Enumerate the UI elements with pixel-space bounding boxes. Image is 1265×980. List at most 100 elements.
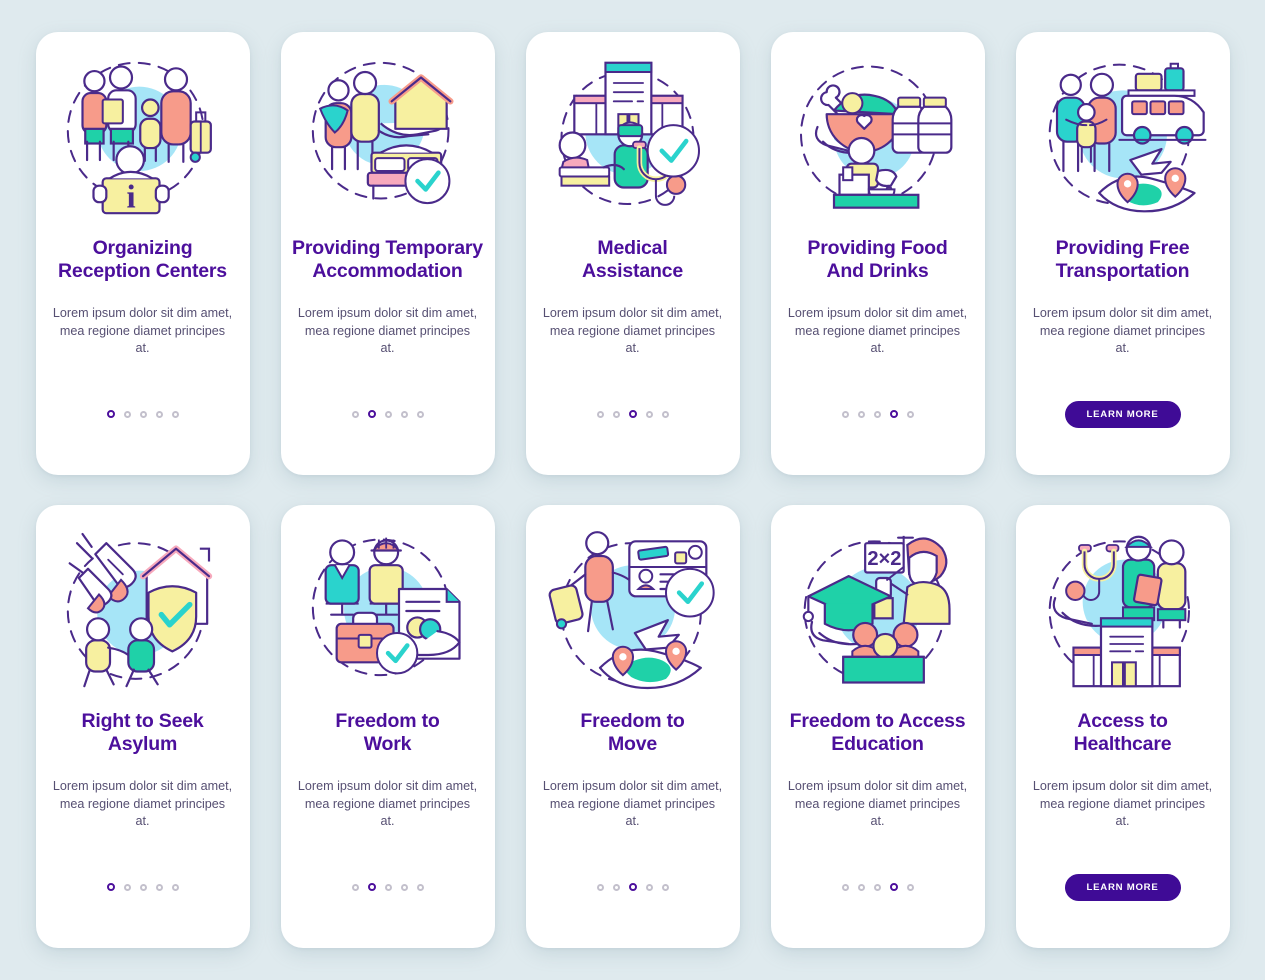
pagination-dot-1[interactable] [351, 410, 359, 418]
onboarding-card-freedom-to-access-education: 2×2 Freedom to Access Education Lorem ipsu… [770, 505, 985, 948]
card-title: Access to Healthcare [1016, 710, 1230, 756]
card-title: Providing Temporary Accommodation [281, 237, 495, 283]
card-footer [771, 400, 985, 428]
pagination-dot-5[interactable] [171, 410, 179, 418]
card-title-line-1: Providing Food [807, 237, 948, 259]
pagination-dot-4[interactable] [400, 410, 408, 418]
pagination-dot-2[interactable] [612, 410, 620, 418]
card-title: Organizing Reception Centers [36, 237, 250, 283]
card-title-line-2: Accommodation [312, 259, 463, 282]
pagination-dot-2[interactable] [123, 883, 131, 891]
card-footer [281, 873, 495, 901]
pagination-dot-3-active[interactable] [628, 410, 637, 418]
pagination-dot-3-active[interactable] [628, 883, 637, 891]
card-footer: LEARN MORE [1016, 400, 1230, 428]
card-title-line-1: Freedom to [335, 710, 440, 732]
pagination-dot-3[interactable] [139, 883, 147, 891]
pagination-dot-4[interactable] [155, 410, 163, 418]
pagination-dots [841, 410, 914, 418]
pagination-dot-2[interactable] [612, 883, 620, 891]
onboarding-card-organizing-reception-centers: i Organizing Reception Centers Lorem ipsum… [35, 32, 250, 475]
pagination-dots [351, 410, 424, 418]
card-title-line-2: Move [607, 732, 658, 755]
pagination-dot-5[interactable] [171, 883, 179, 891]
pagination-dot-5[interactable] [416, 883, 424, 891]
pagination-dot-1[interactable] [596, 410, 604, 418]
pagination-dot-3[interactable] [873, 883, 881, 891]
illustration-container [281, 505, 495, 710]
card-title: Providing Free Transportation [1016, 237, 1230, 283]
pagination-dot-2[interactable] [123, 410, 131, 418]
workers-briefcase-contract-handshake-icon [311, 537, 461, 676]
pagination-dot-1[interactable] [841, 883, 849, 891]
card-footer [526, 400, 740, 428]
pagination-dot-3[interactable] [384, 883, 392, 891]
onboarding-card-access-to-healthcare: Access to Healthcare Lorem ipsum dolor sit… [1015, 505, 1230, 948]
card-title: Right to Seek Asylum [36, 710, 250, 756]
pagination-dots [106, 410, 179, 418]
food-bowl-water-bottles-volunteer-icon [799, 64, 952, 209]
pagination-dot-4[interactable] [645, 883, 653, 891]
pagination-dot-3[interactable] [139, 410, 147, 418]
card-title-line-2: Asylum [107, 732, 178, 755]
card-description: Lorem ipsum dolor sit dim amet, mea regi… [1032, 778, 1213, 829]
pagination-dot-4[interactable] [645, 410, 653, 418]
pagination-dot-1-active[interactable] [106, 410, 115, 418]
card-description: Lorem ipsum dolor sit dim amet, mea regi… [52, 305, 233, 356]
pagination-dot-4-active[interactable] [889, 883, 898, 891]
card-title: Freedom to Move [526, 710, 740, 756]
pagination-dot-5[interactable] [661, 410, 669, 418]
pagination-dot-2-active[interactable] [367, 883, 376, 891]
pagination-dots [106, 883, 179, 891]
card-footer [281, 400, 495, 428]
card-description: Lorem ipsum dolor sit dim amet, mea regi… [297, 305, 478, 356]
onboarding-card-medical-assistance: Medical Assistance Lorem ipsum dolor sit d… [525, 32, 740, 475]
card-title-line-2: Transportation [1055, 259, 1190, 282]
reception-center-family-info-desk-icon: i [66, 61, 212, 215]
graduation-cap-teacher-students-icon: 2×2 [802, 535, 951, 684]
pagination-dots [351, 883, 424, 891]
pagination-dot-1-active[interactable] [106, 883, 115, 891]
pagination-dot-1[interactable] [841, 410, 849, 418]
family-house-hand-bed-check-icon [311, 61, 454, 204]
card-title-line-2: Healthcare [1073, 732, 1172, 755]
illustration-container [526, 505, 740, 710]
pagination-dot-2[interactable] [857, 883, 865, 891]
pagination-dot-4-active[interactable] [889, 410, 898, 418]
pagination-dot-1[interactable] [351, 883, 359, 891]
card-title-line-1: Medical [597, 237, 668, 259]
pagination-dot-4[interactable] [155, 883, 163, 891]
pagination-dot-5[interactable] [661, 883, 669, 891]
stethoscope-doctor-patient-clinic-icon [1048, 535, 1190, 687]
traveler-id-card-plane-globe-pins-icon [548, 530, 715, 689]
pagination-dot-3[interactable] [873, 410, 881, 418]
pagination-dot-4[interactable] [400, 883, 408, 891]
hospital-doctor-stethoscope-check-icon [558, 61, 700, 206]
card-title-line-1: Right to Seek [81, 710, 204, 732]
pagination-dot-2-active[interactable] [367, 410, 376, 418]
pagination-dot-5[interactable] [906, 410, 914, 418]
learn-more-button[interactable]: LEARN MORE [1064, 873, 1181, 901]
learn-more-button[interactable]: LEARN MORE [1064, 400, 1181, 428]
card-title-line-2: Assistance [582, 259, 683, 282]
illustration-container: i [36, 32, 250, 237]
onboarding-card-freedom-to-move: Freedom to Move Lorem ipsum dolor sit dim … [525, 505, 740, 948]
illustration-container [1016, 32, 1230, 237]
card-footer [36, 400, 250, 428]
pagination-dot-5[interactable] [416, 410, 424, 418]
pagination-dot-1[interactable] [596, 883, 604, 891]
card-description: Lorem ipsum dolor sit dim amet, mea regi… [1032, 305, 1213, 356]
pagination-dot-2[interactable] [857, 410, 865, 418]
pagination-dots [841, 883, 914, 891]
pagination-dot-5[interactable] [906, 883, 914, 891]
card-footer [526, 873, 740, 901]
card-title: Medical Assistance [526, 237, 740, 283]
card-description: Lorem ipsum dolor sit dim amet, mea regi… [542, 305, 723, 356]
card-description: Lorem ipsum dolor sit dim amet, mea regi… [787, 305, 968, 356]
card-title-line-1: Providing Free [1055, 237, 1190, 259]
svg-text:2×2: 2×2 [867, 548, 901, 570]
pagination-dot-3[interactable] [384, 410, 392, 418]
card-description: Lorem ipsum dolor sit dim amet, mea regi… [52, 778, 233, 829]
card-title-line-1: Access to [1077, 710, 1168, 732]
card-description: Lorem ipsum dolor sit dim amet, mea regi… [297, 778, 478, 829]
